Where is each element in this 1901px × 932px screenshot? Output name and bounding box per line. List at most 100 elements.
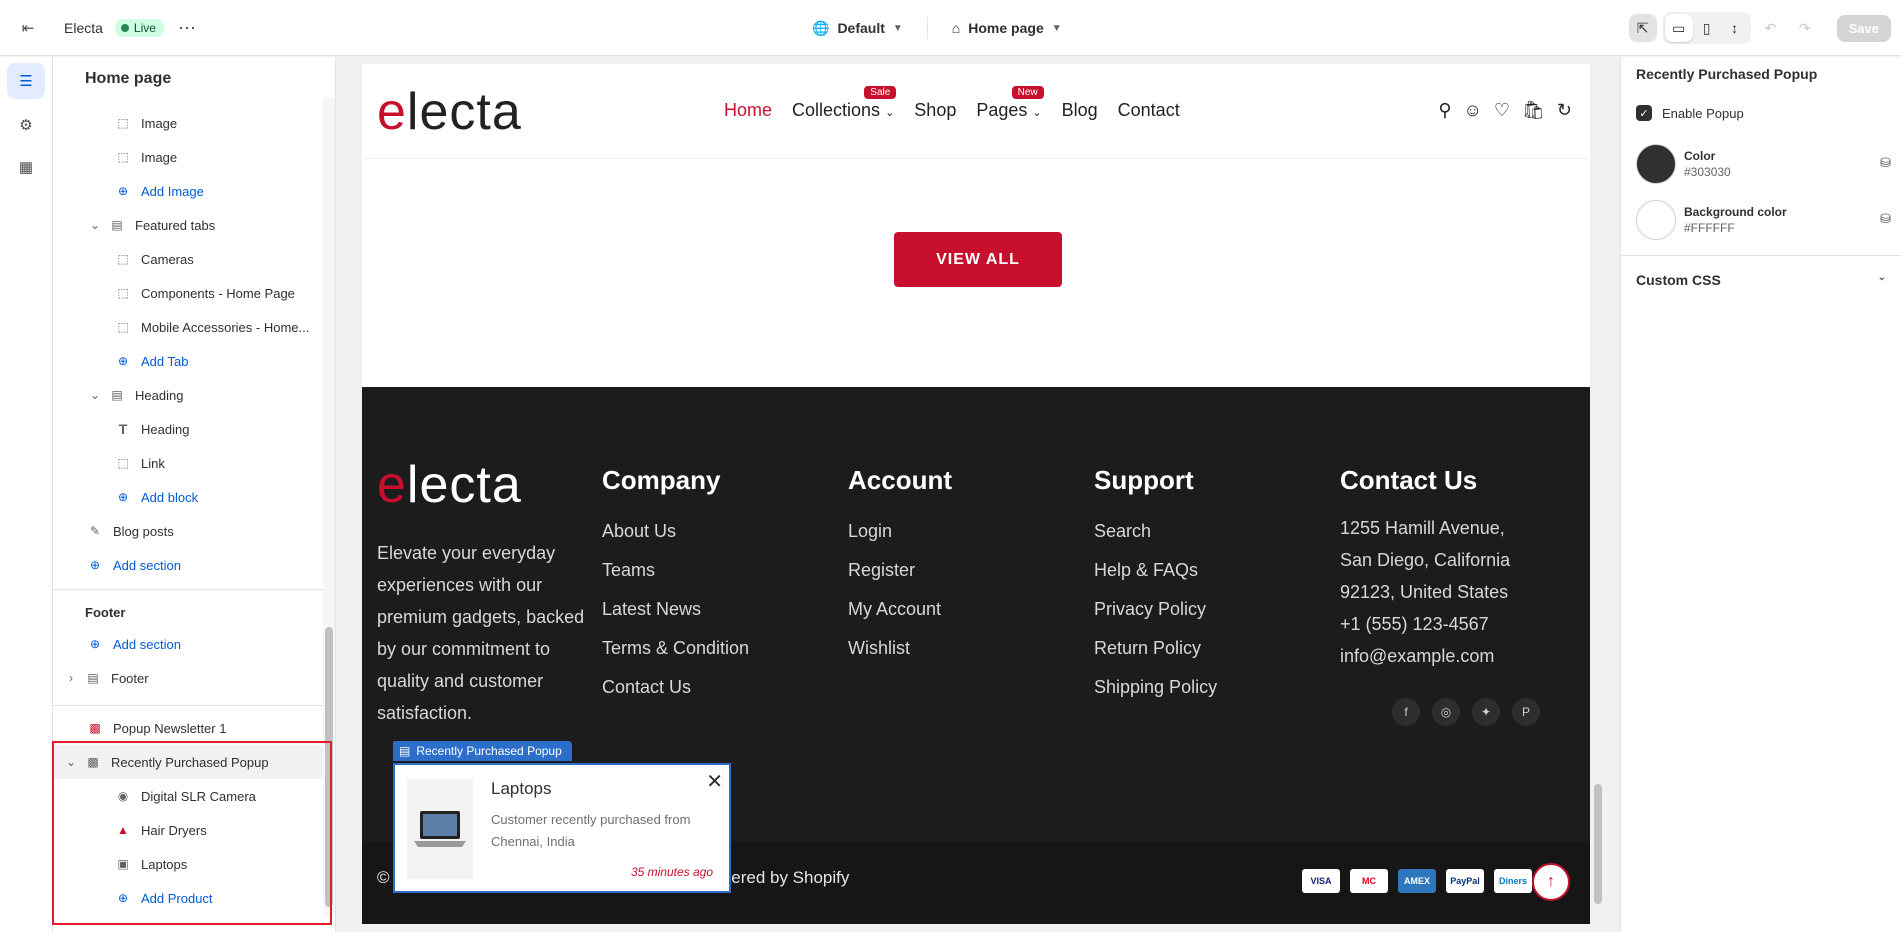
footer-link[interactable]: Return Policy [1094, 629, 1217, 668]
add-section-button[interactable]: ⊕ Add section [53, 548, 335, 582]
footer-link[interactable]: Login [848, 512, 952, 551]
nav-contact[interactable]: Contact [1118, 100, 1180, 121]
footer-link[interactable]: Latest News [602, 590, 749, 629]
store-logo[interactable]: electa [377, 82, 522, 142]
color-setting[interactable]: Color #303030 ⛁ [1636, 143, 1891, 185]
footer-link[interactable]: Privacy Policy [1094, 590, 1217, 629]
paypal-icon: PayPal [1446, 869, 1484, 893]
undo-button[interactable]: ↶ [1757, 20, 1785, 37]
footer-link[interactable]: Terms & Condition [602, 629, 749, 668]
settings-gear-icon[interactable]: ⚙ [7, 107, 45, 143]
instagram-icon[interactable]: ◎ [1432, 698, 1460, 726]
footer-link[interactable]: Wishlist [848, 629, 952, 668]
color-swatch[interactable] [1636, 144, 1676, 184]
globe-icon: 🌐 [812, 19, 830, 36]
chevron-down-icon: ⌄ [1877, 272, 1886, 283]
footer-description: Elevate your everyday experiences with o… [377, 543, 585, 723]
footer-link[interactable]: Teams [602, 551, 749, 590]
desktop-view-button[interactable]: ▭ [1664, 14, 1693, 42]
footer-link[interactable]: About Us [602, 512, 749, 551]
popup-section-tag[interactable]: ▤ Recently Purchased Popup [393, 741, 572, 761]
footer-logo[interactable]: electa [377, 455, 522, 515]
nav-home[interactable]: Home [724, 100, 772, 121]
tree-item[interactable]: ⬚ Cameras [53, 242, 335, 276]
section-icon: ▤ [399, 744, 411, 758]
chevron-down-icon: ▼ [1051, 22, 1062, 34]
add-block-button[interactable]: ⊕ Add block [53, 480, 335, 514]
chevron-right-icon: › [69, 671, 73, 685]
twitter-icon[interactable]: ✦ [1472, 698, 1500, 726]
dynamic-source-icon[interactable]: ⛁ [1880, 155, 1891, 171]
fullscreen-view-button[interactable]: ↕ [1721, 14, 1749, 42]
popup-product-title[interactable]: Laptops [491, 779, 552, 799]
section-icon: ▤ [111, 218, 123, 232]
cart-bag-icon[interactable]: 🛍 [1522, 100, 1545, 121]
more-actions-button[interactable]: ⋯ [178, 18, 197, 39]
nav-collections[interactable]: Collections ⌄ Sale [792, 86, 897, 121]
footer-link[interactable]: Help & FAQs [1094, 551, 1217, 590]
close-icon[interactable]: ✕ [706, 769, 723, 794]
wishlist-heart-icon[interactable]: ♡ [1494, 100, 1510, 121]
footer-link[interactable]: Shipping Policy [1094, 668, 1217, 707]
apps-icon[interactable]: ▦ [7, 149, 45, 185]
enable-popup-checkbox[interactable]: ✓ Enable Popup [1636, 105, 1744, 121]
pinterest-icon[interactable]: P [1512, 698, 1540, 726]
theme-selector[interactable]: 🌐 Default ▼ [800, 20, 915, 37]
tree-section-footer[interactable]: › ▤ Footer [53, 661, 335, 695]
tree-item[interactable]: ⬚ Link [53, 446, 335, 480]
recently-purchased-popup[interactable]: Laptops Customer recently purchased from… [393, 763, 731, 893]
editor-topbar: ⇤ Electa Live ⋯ 🌐 Default ▼ ⌂ Home page ▼ ⇱ … [0, 0, 1901, 56]
tree-section-blog-posts[interactable]: ✎ Blog posts [53, 514, 335, 548]
view-all-button[interactable]: VIEW ALL [894, 232, 1062, 287]
tree-section-heading[interactable]: ⌄ ▤ Heading [53, 378, 335, 412]
settings-panel: Recently Purchased Popup ✓ Enable Popup C… [1620, 57, 1901, 932]
footer-link[interactable]: Register [848, 551, 952, 590]
new-badge: New [1011, 86, 1044, 99]
add-image-button[interactable]: ⊕ Add Image [53, 174, 335, 208]
sale-badge: Sale [864, 86, 897, 99]
mobile-view-button[interactable]: ▯ [1693, 14, 1721, 42]
product-image [407, 779, 473, 879]
home-icon: ⌂ [951, 20, 961, 36]
dynamic-source-icon[interactable]: ⛁ [1880, 211, 1891, 227]
tree-section-popup-newsletter[interactable]: ▩ Popup Newsletter 1 [53, 711, 335, 745]
add-tab-button[interactable]: ⊕ Add Tab [53, 344, 335, 378]
store-name: Electa [64, 20, 103, 36]
scroll-to-top-button[interactable]: ↑ [1532, 863, 1570, 901]
tree-item[interactable]: ⬚ Mobile Accessories - Home... [53, 310, 335, 344]
nav-pages[interactable]: Pages ⌄ New [976, 86, 1044, 121]
account-icon[interactable]: ☺ [1464, 100, 1482, 121]
chevron-down-icon: ▼ [892, 22, 903, 34]
chevron-down-icon: ⌄ [89, 218, 101, 232]
tree-section-featured-tabs[interactable]: ⌄ ▤ Featured tabs [53, 208, 335, 242]
search-icon[interactable]: ⚲ [1438, 100, 1451, 121]
background-color-setting[interactable]: Background color #FFFFFF ⛁ [1636, 199, 1891, 241]
footer-column-account: Account Login Register My Account Wishli… [848, 465, 952, 668]
contact-line: 1255 Hamill Avenue, [1340, 518, 1505, 538]
nav-blog[interactable]: Blog [1062, 100, 1098, 121]
footer-link[interactable]: Search [1094, 512, 1217, 551]
tree-item[interactable]: ⬚ Image [53, 140, 335, 174]
tree-item[interactable]: ⬚ Image [53, 106, 335, 140]
live-badge: Live [114, 19, 164, 37]
footer-link[interactable]: My Account [848, 590, 952, 629]
page-selector[interactable]: ⌂ Home page ▼ [940, 20, 1074, 36]
compare-refresh-icon[interactable]: ↻ [1557, 100, 1572, 121]
preview-scrollbar[interactable] [1590, 64, 1606, 924]
sections-icon[interactable]: ☰ [7, 63, 45, 99]
facebook-icon[interactable]: f [1392, 698, 1420, 726]
custom-css-accordion[interactable]: Custom CSS ⌄ [1636, 272, 1886, 288]
redo-button[interactable]: ↷ [1791, 20, 1819, 37]
blog-icon: ✎ [89, 524, 101, 538]
amex-icon: AMEX [1398, 869, 1436, 893]
nav-shop[interactable]: Shop [914, 100, 956, 121]
tree-item[interactable]: ⬚ Components - Home Page [53, 276, 335, 310]
footer-link[interactable]: Contact Us [602, 668, 749, 707]
tree-item[interactable]: T Heading [53, 412, 335, 446]
exit-icon[interactable]: ⇤ [18, 18, 38, 38]
add-footer-section-button[interactable]: ⊕ Add section [53, 627, 335, 661]
inspector-toggle-button[interactable]: ⇱ [1628, 14, 1657, 42]
chevron-down-icon: ⌄ [89, 388, 101, 402]
background-color-swatch[interactable] [1636, 200, 1676, 240]
save-button[interactable]: Save [1836, 14, 1891, 42]
